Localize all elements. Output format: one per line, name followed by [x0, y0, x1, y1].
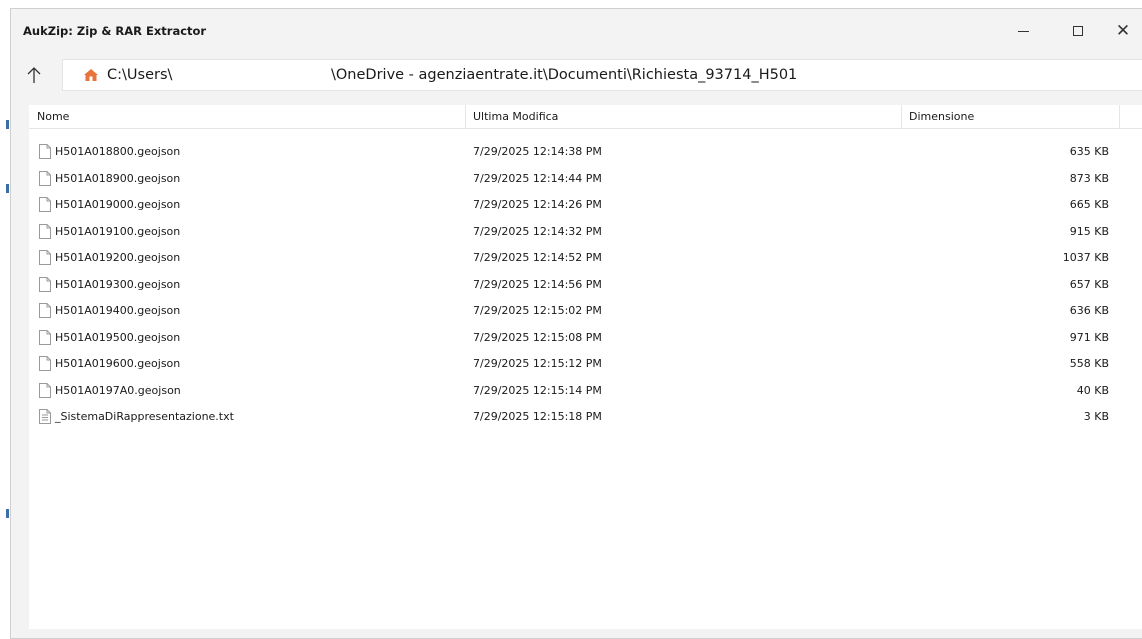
- column-divider[interactable]: [1119, 105, 1120, 129]
- column-header-date[interactable]: Ultima Modifica: [473, 110, 558, 123]
- app-window: AukZip: Zip & RAR Extractor ✕ C:\Users\ …: [10, 8, 1142, 639]
- maximize-button[interactable]: [1056, 9, 1100, 53]
- minimize-icon: [1017, 30, 1029, 32]
- file-name: H501A019000.geojson: [55, 198, 181, 211]
- text-file-icon: [39, 409, 51, 424]
- file-modified-date: 7/29/2025 12:14:56 PM: [473, 277, 602, 291]
- file-name: H501A019500.geojson: [55, 330, 181, 344]
- file-size: 635 KB: [1069, 145, 1109, 158]
- window-title: AukZip: Zip & RAR Extractor: [23, 24, 207, 38]
- file-modified-date: 7/29/2025 12:15:12 PM: [473, 357, 602, 370]
- file-modified-date: 7/29/2025 12:15:18 PM: [473, 410, 602, 423]
- table-row[interactable]: H501A019000.geojson 7/29/2025 12:14:26 PM…: [29, 192, 1142, 218]
- file-name: H501A019400.geojson: [55, 304, 181, 317]
- file-size: 3 KB: [1083, 410, 1109, 423]
- file-modified-date: 7/29/2025 12:15:08 PM: [473, 330, 602, 344]
- close-button[interactable]: ✕: [1101, 9, 1142, 53]
- file-name: H501A018800.geojson: [55, 145, 181, 158]
- file-size: 1037 KB: [1062, 251, 1109, 264]
- file-modified-date: 7/29/2025 12:14:26 PM: [473, 198, 602, 211]
- column-divider[interactable]: [465, 105, 466, 129]
- file-icon: [39, 197, 51, 212]
- file-size: 40 KB: [1076, 383, 1109, 397]
- column-divider[interactable]: [901, 105, 902, 129]
- file-modified-date: 7/29/2025 12:14:32 PM: [473, 224, 602, 238]
- path-text-end: \OneDrive - agenziaentrate.it\Documenti\…: [331, 67, 798, 83]
- table-row[interactable]: H501A018800.geojson 7/29/2025 12:14:38 PM…: [29, 139, 1142, 165]
- address-bar: C:\Users\ \OneDrive - agenziaentrate.it\…: [11, 55, 1142, 95]
- table-row[interactable]: H501A019500.geojson 7/29/2025 12:15:08 PM…: [29, 325, 1142, 351]
- file-name: H501A019100.geojson: [55, 224, 181, 238]
- file-icon: [39, 382, 51, 398]
- file-icon: [39, 144, 51, 159]
- table-header: Nome Ultima Modifica Dimensione: [29, 105, 1142, 129]
- minimize-button[interactable]: [1001, 9, 1045, 53]
- column-header-size[interactable]: Dimensione: [909, 110, 974, 123]
- title-bar[interactable]: AukZip: Zip & RAR Extractor ✕: [11, 9, 1142, 55]
- file-icon: [39, 356, 51, 371]
- file-name: H501A019200.geojson: [55, 251, 181, 264]
- file-modified-date: 7/29/2025 12:14:44 PM: [473, 171, 602, 185]
- file-icon: [39, 303, 51, 318]
- file-size: 971 KB: [1069, 330, 1109, 344]
- table-row[interactable]: _SistemaDiRappresentazione.txt 7/29/2025 …: [29, 404, 1142, 430]
- up-button[interactable]: [19, 61, 49, 89]
- file-size: 558 KB: [1069, 357, 1109, 370]
- path-text-start: C:\Users\: [107, 67, 173, 83]
- file-icon: [39, 250, 51, 265]
- home-icon: [84, 69, 98, 81]
- table-row[interactable]: H501A019400.geojson 7/29/2025 12:15:02 PM…: [29, 298, 1142, 324]
- file-list: Nome Ultima Modifica Dimensione H501A018…: [29, 105, 1142, 629]
- table-row[interactable]: H501A019600.geojson 7/29/2025 12:15:12 PM…: [29, 351, 1142, 377]
- file-modified-date: 7/29/2025 12:15:02 PM: [473, 304, 602, 317]
- file-size: 915 KB: [1069, 224, 1109, 238]
- file-icon: [39, 223, 51, 239]
- close-icon: ✕: [1115, 20, 1131, 41]
- desktop-edge-mark: [6, 184, 9, 193]
- file-modified-date: 7/29/2025 12:14:52 PM: [473, 251, 602, 264]
- desktop-edge-mark: [6, 120, 9, 129]
- file-name: _SistemaDiRappresentazione.txt: [55, 410, 234, 423]
- table-row[interactable]: H501A019100.geojson 7/29/2025 12:14:32 PM…: [29, 219, 1142, 245]
- file-icon: [39, 276, 51, 292]
- file-name: H501A019300.geojson: [55, 277, 181, 291]
- maximize-icon: [1073, 26, 1083, 36]
- file-size: 665 KB: [1069, 198, 1109, 211]
- file-modified-date: 7/29/2025 12:15:14 PM: [473, 383, 602, 397]
- arrow-up-icon: [27, 67, 41, 83]
- desktop-edge: [0, 0, 10, 639]
- table-row[interactable]: H501A018900.geojson 7/29/2025 12:14:44 PM…: [29, 166, 1142, 192]
- file-size: 873 KB: [1069, 171, 1109, 185]
- file-size: 636 KB: [1069, 304, 1109, 317]
- table-row[interactable]: H501A0197A0.geojson 7/29/2025 12:15:14 PM…: [29, 378, 1142, 404]
- path-field[interactable]: C:\Users\ \OneDrive - agenziaentrate.it\…: [62, 59, 1142, 91]
- desktop-edge-mark: [6, 509, 9, 518]
- file-name: H501A018900.geojson: [55, 171, 181, 185]
- table-row[interactable]: H501A019200.geojson 7/29/2025 12:14:52 PM…: [29, 245, 1142, 271]
- file-name: H501A0197A0.geojson: [55, 383, 181, 397]
- file-modified-date: 7/29/2025 12:14:38 PM: [473, 145, 602, 158]
- file-icon: [39, 170, 51, 186]
- file-icon: [39, 329, 51, 345]
- file-name: H501A019600.geojson: [55, 357, 181, 370]
- column-header-name[interactable]: Nome: [37, 110, 69, 123]
- table-row[interactable]: H501A019300.geojson 7/29/2025 12:14:56 PM…: [29, 272, 1142, 298]
- file-size: 657 KB: [1069, 277, 1109, 291]
